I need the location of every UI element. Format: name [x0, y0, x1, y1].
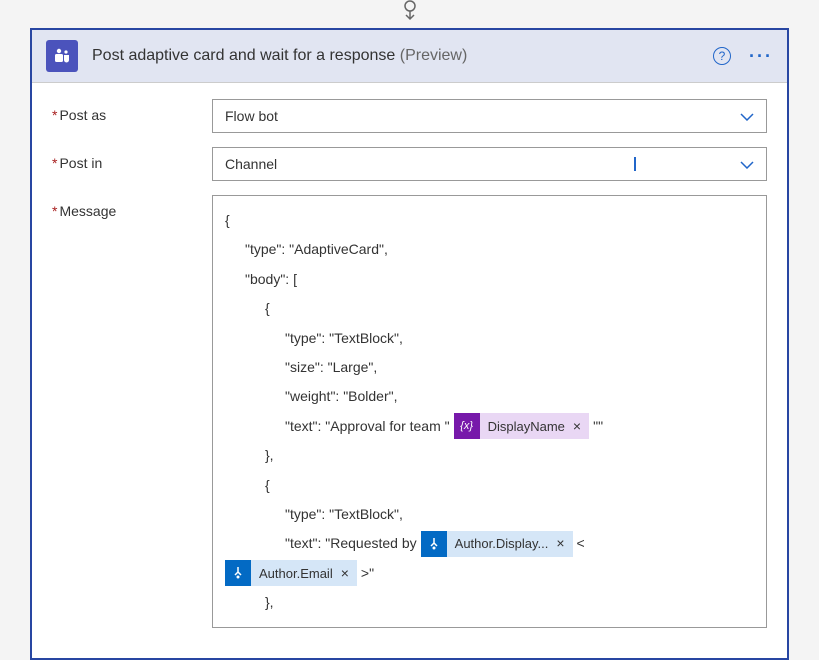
post-as-value: Flow bot: [225, 108, 278, 124]
dynamic-content-icon: [421, 531, 447, 557]
card-title: Post adaptive card and wait for a respon…: [92, 47, 713, 65]
card-header: Post adaptive card and wait for a respon…: [32, 30, 787, 83]
dynamic-content-icon: [225, 560, 251, 586]
post-in-value: Channel: [225, 156, 277, 172]
help-icon[interactable]: ?: [713, 47, 731, 65]
msg-text: "text": "Approval for team ": [285, 412, 450, 441]
card-body: *Post as Flow bot *Post in Channel: [32, 83, 787, 658]
token-label: DisplayName: [488, 413, 565, 440]
post-in-row: *Post in Channel: [52, 147, 767, 181]
chevron-down-icon: [740, 108, 754, 124]
msg-line: Author.Email × >": [225, 559, 754, 588]
msg-line: "body": [: [225, 265, 754, 294]
chevron-down-icon: [740, 156, 754, 172]
post-as-select[interactable]: Flow bot: [212, 99, 767, 133]
msg-text: "": [593, 412, 603, 441]
more-menu-icon[interactable]: ···: [749, 46, 773, 67]
text-cursor: [634, 157, 636, 171]
post-in-label: *Post in: [52, 147, 212, 171]
msg-line: "text": "Requested by Author.Display... …: [225, 529, 754, 558]
msg-line: },: [225, 441, 754, 470]
expression-icon: {x}: [454, 413, 480, 439]
post-as-label: *Post as: [52, 99, 212, 123]
msg-line: "weight": "Bolder",: [225, 382, 754, 411]
token-label: Author.Email: [259, 560, 333, 587]
post-in-select[interactable]: Channel: [212, 147, 767, 181]
msg-text: "text": "Requested by: [285, 529, 417, 558]
post-as-row: *Post as Flow bot: [52, 99, 767, 133]
remove-token-icon[interactable]: ×: [573, 412, 581, 441]
token-label: Author.Display...: [455, 530, 549, 557]
msg-line: "type": "TextBlock",: [225, 324, 754, 353]
msg-line: "type": "TextBlock",: [225, 500, 754, 529]
msg-line: {: [225, 294, 754, 323]
title-tag: (Preview): [400, 47, 468, 64]
remove-token-icon[interactable]: ×: [556, 529, 564, 558]
token-author-email[interactable]: Author.Email ×: [225, 560, 357, 586]
msg-line: "size": "Large",: [225, 353, 754, 382]
message-label: *Message: [52, 195, 212, 219]
teams-icon: [46, 40, 78, 72]
action-card: Post adaptive card and wait for a respon…: [30, 28, 789, 660]
token-author-display[interactable]: Author.Display... ×: [421, 531, 573, 557]
message-input[interactable]: { "type": "AdaptiveCard", "body": [ { "t…: [212, 195, 767, 628]
msg-line: },: [225, 588, 754, 617]
remove-token-icon[interactable]: ×: [341, 559, 349, 588]
title-text: Post adaptive card and wait for a respon…: [92, 47, 395, 64]
msg-line: {: [225, 206, 754, 235]
flow-arrow: [0, 0, 819, 22]
msg-text: >": [361, 559, 374, 588]
msg-line: "type": "AdaptiveCard",: [225, 235, 754, 264]
token-displayname[interactable]: {x} DisplayName ×: [454, 413, 590, 439]
msg-line: {: [225, 471, 754, 500]
msg-text: <: [577, 529, 585, 558]
message-row: *Message { "type": "AdaptiveCard", "body…: [52, 195, 767, 628]
msg-line: "text": "Approval for team " {x} Display…: [225, 412, 754, 441]
